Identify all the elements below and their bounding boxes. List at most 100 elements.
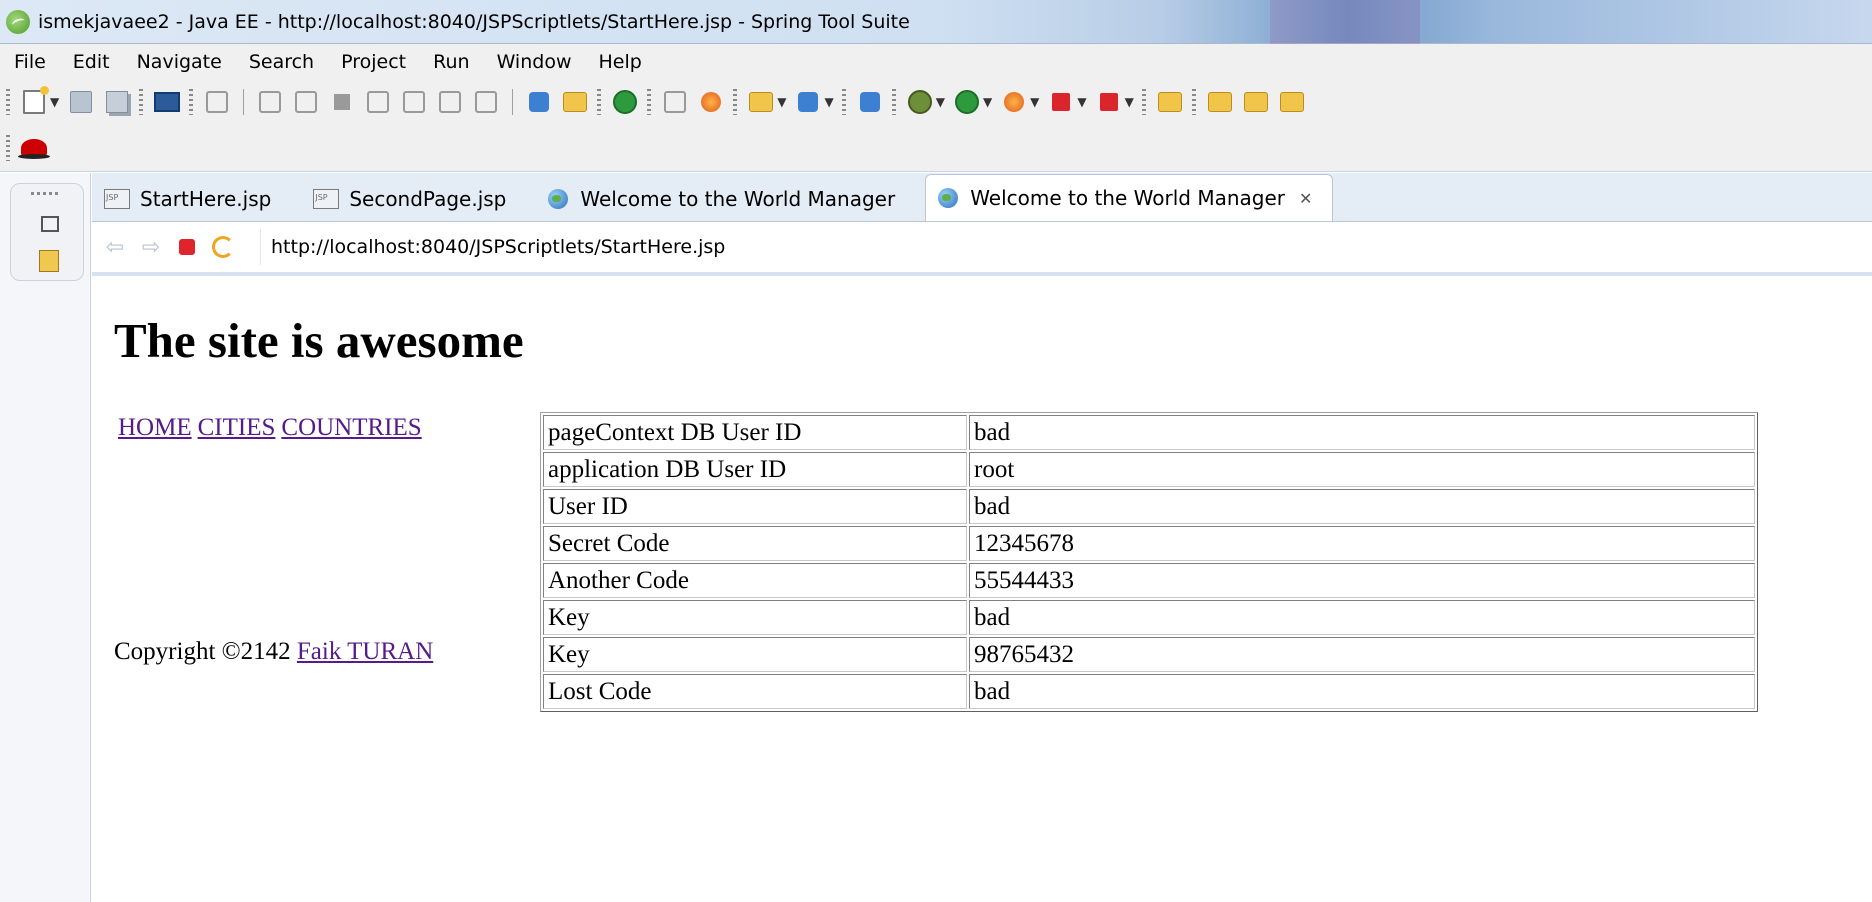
toolbar-grip[interactable] [597,89,602,115]
menu-run[interactable]: Run [419,51,482,73]
editor-tabs: StartHere.jsp SecondPage.jsp Welcome to … [92,173,1872,222]
new-file-icon [23,86,49,114]
search-button[interactable] [857,89,883,115]
toolbar-separator [243,89,245,115]
suspend-button[interactable] [293,89,319,115]
stop-button[interactable] [174,234,200,260]
step-into-button[interactable] [401,89,427,115]
new-wizard-button[interactable] [21,86,49,115]
stop-server-button[interactable] [1048,89,1074,115]
debug-button[interactable] [907,89,933,115]
globe-icon [938,188,959,208]
link-cities[interactable]: CITIES [198,414,276,441]
toggle-view-button[interactable] [662,89,688,115]
bug-icon [907,90,932,114]
spring-icon [798,92,819,112]
toolbar-grip[interactable] [1141,89,1146,115]
pen-tool-button[interactable] [1279,89,1305,115]
run-external-button[interactable] [1001,89,1027,115]
terminate-icon [334,94,351,110]
spring-button[interactable] [795,89,821,115]
stop-dropdown-arrow[interactable]: ▼ [1077,95,1086,109]
toolbar-grip[interactable] [647,89,652,115]
run-external-dropdown-arrow[interactable]: ▼ [1030,95,1039,109]
deploy-button[interactable] [1096,89,1122,115]
table-row: Lost Code bad [543,674,1755,709]
close-tab-icon[interactable]: ✕ [1299,189,1312,208]
open-resource-button[interactable] [1207,89,1233,115]
browser-nav-bar: ⇦ ⇨ http://localhost:8040/JSPScriptlets/… [92,222,1872,276]
stop-icon [1052,93,1071,111]
tab-starthere-jsp[interactable]: StartHere.jsp [92,177,291,221]
new-project-dropdown-arrow[interactable]: ▼ [777,95,786,109]
toolbar-grip[interactable] [139,89,144,115]
back-arrow-icon[interactable]: ⇦ [102,234,128,260]
save-all-button[interactable] [104,89,130,115]
toolbar-grip[interactable] [1191,89,1196,115]
save-button[interactable] [68,89,94,115]
restore-icon[interactable] [41,216,59,232]
drop-to-frame-icon [529,92,550,112]
web-browser-button[interactable] [698,89,724,115]
resume-button[interactable] [257,89,283,115]
table-key-cell: Secret Code [543,526,967,561]
tab-welcome-world-manager[interactable]: Welcome to the World Manager [536,177,915,221]
run-dropdown-arrow[interactable]: ▼ [983,95,992,109]
run-button[interactable] [954,89,980,115]
open-console-button[interactable] [154,89,181,115]
link-countries[interactable]: COUNTRIES [281,414,421,441]
disconnect-button[interactable] [365,89,391,115]
new-project-button[interactable] [748,89,774,115]
jboss-central-button[interactable] [18,135,50,161]
forward-arrow-icon[interactable]: ⇨ [138,234,164,260]
toolbar-grip[interactable] [841,89,846,115]
table-key-cell: pageContext DB User ID [543,415,967,450]
toolbar-grip[interactable] [6,134,10,161]
menu-edit[interactable]: Edit [59,51,123,73]
link-home[interactable]: HOME [118,414,192,441]
jsp-file-icon [104,189,130,209]
tab-secondpage-jsp[interactable]: SecondPage.jsp [301,177,526,221]
open-type-button[interactable] [1157,89,1183,115]
tab-label: Welcome to the World Manager [970,186,1285,210]
menu-project[interactable]: Project [327,51,419,73]
debug-dropdown-arrow[interactable]: ▼ [936,95,945,109]
menu-navigate[interactable]: Navigate [123,51,235,73]
left-trim-stack [0,173,91,902]
toolbar-grip[interactable] [6,89,10,115]
drop-to-frame-button[interactable] [526,89,552,115]
refresh-icon [212,236,234,258]
refresh-button[interactable] [210,234,236,260]
table-key-cell: application DB User ID [543,452,967,487]
url-input[interactable]: http://localhost:8040/JSPScriptlets/Star… [260,229,1872,265]
skip-breakpoints-button[interactable] [204,89,230,115]
toolbar-grip[interactable] [189,89,194,115]
toolbar-grip[interactable] [891,89,896,115]
web-page: The site is awesome HOME CITIES COUNTRIES … [92,276,1872,902]
step-over-button[interactable] [437,89,463,115]
toolbar-grip[interactable] [733,89,738,115]
tab-label: StartHere.jsp [140,187,272,211]
window-title-bar: ismekjavaee2 - Java EE - http://localhos… [0,0,1872,44]
package-explorer-icon[interactable] [39,250,59,272]
drag-handle[interactable] [31,192,61,195]
step-return-button[interactable] [473,89,499,115]
menu-window[interactable]: Window [483,51,585,73]
author-link[interactable]: Faik TURAN [297,638,433,665]
menu-file[interactable]: File [0,51,59,73]
use-step-filters-button[interactable] [562,89,588,115]
new-dropdown-arrow[interactable]: ▼ [50,95,59,109]
table-key-cell: Lost Code [543,674,967,709]
start-server-button[interactable] [612,89,638,115]
menu-help[interactable]: Help [584,51,654,73]
table-value-cell: bad [969,415,1755,450]
site-nav: HOME CITIES COUNTRIES [118,414,428,442]
skip-breakpoints-icon [206,91,229,113]
minimized-view-stack [10,183,84,281]
tab-welcome-world-manager-active[interactable]: Welcome to the World Manager ✕ [925,174,1334,221]
spring-dropdown-arrow[interactable]: ▼ [824,95,833,109]
open-folder-button[interactable] [1243,89,1269,115]
deploy-dropdown-arrow[interactable]: ▼ [1125,95,1134,109]
terminate-button[interactable] [329,89,355,115]
menu-search[interactable]: Search [235,51,327,73]
